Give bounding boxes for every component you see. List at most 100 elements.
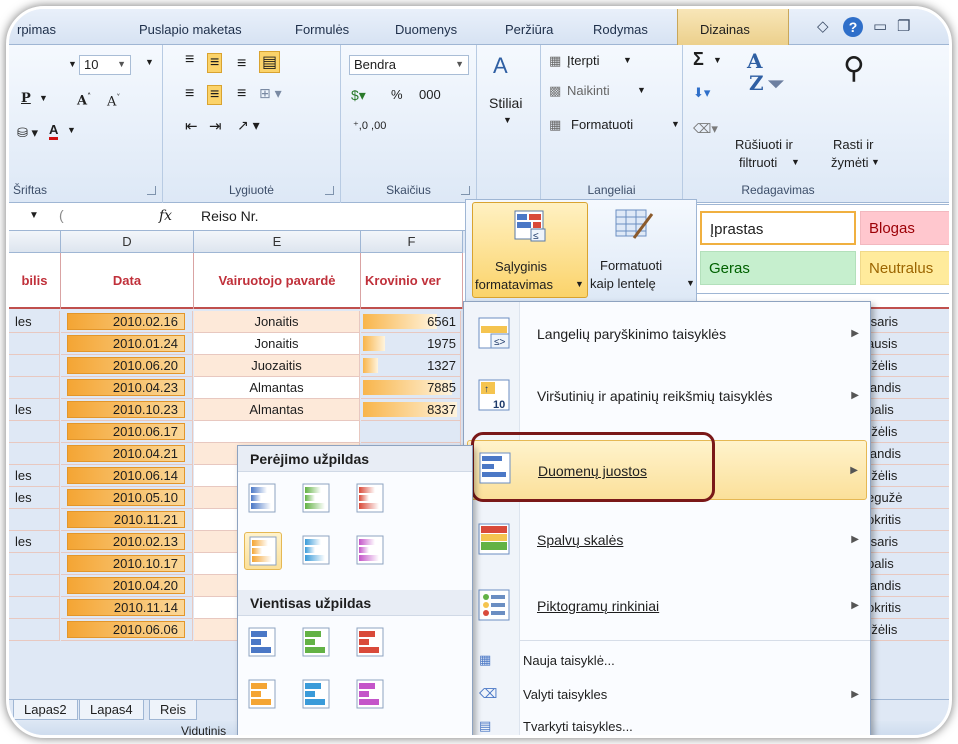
tab-insert[interactable]: rpimas (17, 22, 56, 37)
cell-date[interactable]: 2010.06.20 (61, 355, 193, 377)
column-header-e[interactable]: E (194, 231, 361, 253)
cell-date[interactable]: 2010.02.13 (61, 531, 193, 553)
cell-month[interactable]: landis (865, 575, 949, 597)
cell-vehicle[interactable] (9, 575, 60, 597)
percent-style-icon[interactable]: % (391, 87, 403, 102)
sheet-tab-reis[interactable]: Reis (149, 700, 198, 720)
orientation-icon[interactable]: ↗ ▾ (237, 117, 260, 134)
orange-data-bar-option[interactable] (244, 532, 282, 570)
column-header-d[interactable]: D (61, 231, 194, 253)
sort-filter-icon[interactable]: A (747, 49, 763, 73)
delete-cells-button[interactable]: Naikinti (567, 83, 610, 98)
decrease-indent-icon[interactable]: ⇤ (185, 117, 198, 135)
shrink-font-icon[interactable]: A˅ (107, 93, 120, 109)
name-box-dropdown-icon[interactable]: ▼ (29, 210, 39, 221)
align-top-icon[interactable]: ≡ (185, 51, 194, 69)
cell-month[interactable]: ržėlis (865, 465, 949, 487)
cell-driver[interactable]: Almantas (194, 399, 360, 421)
find-select-button[interactable]: Rasti ir (833, 137, 873, 152)
window-restore-icon[interactable]: ❐ (897, 17, 910, 35)
cell-date[interactable]: 2010.11.21 (61, 509, 193, 531)
cell-month[interactable]: palis (865, 399, 949, 421)
header-cargo-value[interactable]: Krovinio ver (361, 253, 463, 309)
insert-dropdown-icon[interactable]: ▼ (623, 55, 632, 65)
cell-month[interactable]: palis (865, 553, 949, 575)
cell-vehicle[interactable]: les (9, 465, 60, 487)
align-left-icon[interactable]: ≡ (185, 85, 194, 103)
autosum-icon[interactable]: Σ (693, 49, 704, 70)
style-neutral[interactable]: Neutralus (860, 251, 949, 285)
tab-page-layout[interactable]: Puslapio maketas (139, 22, 242, 37)
cell-driver[interactable] (194, 421, 360, 443)
cell-date[interactable]: 2010.04.21 (61, 443, 193, 465)
cell-month[interactable]: ısaris (865, 531, 949, 553)
help-icon[interactable]: ? (843, 17, 863, 37)
format-as-table-icon[interactable] (614, 208, 654, 244)
menu-item-clear-rules[interactable]: ⌫ Valyti taisykles ▶ (467, 680, 867, 710)
style-good[interactable]: Geras (700, 251, 856, 285)
cell-vehicle[interactable]: les (9, 399, 60, 421)
solid-purple-data-bar-option[interactable] (352, 676, 390, 714)
currency-format-icon[interactable]: $▾ (351, 87, 366, 104)
cell-vehicle[interactable] (9, 553, 60, 575)
cell-driver[interactable]: Juozaitis (194, 355, 360, 377)
cell-month[interactable]: okritis (865, 597, 949, 619)
cell-cargo-value[interactable]: 1327 (361, 355, 461, 377)
font-size-combo[interactable]: ▼ 10 ▼ (68, 55, 131, 75)
font-color-dropdown-icon[interactable]: ▼ (67, 125, 76, 135)
tab-data[interactable]: Duomenys (395, 22, 457, 37)
solid-blue-data-bar-option[interactable] (244, 624, 282, 662)
cell-vehicle[interactable] (9, 333, 60, 355)
sort-filter-dropdown-icon[interactable]: ▼ (791, 157, 800, 167)
cell-cargo-value[interactable]: 1975 (361, 333, 461, 355)
font-size-dropdown-icon[interactable]: ▼ (145, 57, 154, 67)
menu-item-top-bottom-rules[interactable]: ↑ 10 Viršutinių ir apatinių reikšmių tai… (467, 370, 867, 424)
cell-month[interactable]: landis (865, 377, 949, 399)
increase-indent-icon[interactable]: ⇥ (209, 117, 222, 135)
cell-date[interactable]: 2010.04.23 (61, 377, 193, 399)
font-dialog-launcher-icon[interactable] (147, 186, 156, 195)
cell-driver[interactable]: Jonaitis (194, 311, 360, 333)
tab-formulas[interactable]: Formulės (295, 22, 349, 37)
align-bottom-icon[interactable]: ≡ (237, 55, 246, 73)
cell-date[interactable]: 2010.06.06 (61, 619, 193, 641)
solid-green-data-bar-option[interactable] (298, 624, 336, 662)
cell-vehicle[interactable] (9, 509, 60, 531)
cell-month[interactable]: ısaris (865, 311, 949, 333)
cell-date[interactable]: 2010.01.24 (61, 333, 193, 355)
underline-icon[interactable]: P (21, 91, 31, 106)
delete-cells-icon[interactable]: ▩ (549, 83, 561, 99)
cell-cargo-value[interactable]: 7885 (361, 377, 461, 399)
merge-center-icon[interactable]: ⊞ ▾ (259, 85, 282, 102)
insert-cells-icon[interactable]: ▦ (549, 53, 561, 69)
menu-item-color-scales[interactable]: Spalvų skalės ▶ (467, 514, 867, 568)
tab-review[interactable]: Peržiūra (505, 22, 553, 37)
increase-decimal-icon[interactable]: ⁺,0 ,00 (353, 119, 386, 132)
header-date[interactable]: Data (61, 253, 194, 309)
insert-cells-button[interactable]: Įterpti (567, 53, 600, 68)
cell-vehicle[interactable] (9, 619, 60, 641)
menu-item-highlight-rules[interactable]: ≤> Langelių paryškinimo taisyklės ▶ (467, 308, 867, 362)
cell-cargo-value[interactable]: 8337 (361, 399, 461, 421)
insert-function-icon[interactable]: fx (159, 208, 172, 224)
format-cells-icon[interactable]: ▦ (549, 117, 561, 133)
cell-date[interactable]: 2010.10.23 (61, 399, 193, 421)
conditional-formatting-button[interactable]: ≤ Sąlyginis formatavimas ▼ (472, 202, 588, 298)
header-driver[interactable]: Vairuotojo pavardė (194, 253, 361, 309)
grow-font-icon[interactable]: A˄ (77, 91, 91, 108)
cell-driver[interactable]: Jonaitis (194, 333, 360, 355)
header-vehicle[interactable]: bilis (9, 253, 61, 309)
alignment-dialog-launcher-icon[interactable] (325, 186, 334, 195)
format-cells-button[interactable]: Formatuoti (571, 117, 633, 132)
find-dropdown-icon[interactable]: ▼ (871, 157, 880, 167)
styles-icon[interactable]: A (493, 53, 508, 79)
sheet-tab-lapas4[interactable]: Lapas4 (79, 700, 144, 720)
cell-month[interactable]: okritis (865, 509, 949, 531)
cell-vehicle[interactable]: les (9, 311, 60, 333)
cell-month[interactable]: ržėlis (865, 421, 949, 443)
cell-date[interactable]: 2010.06.17 (61, 421, 193, 443)
purple-data-bar-option[interactable] (352, 532, 390, 570)
sort-filter-button[interactable]: Rūšiuoti ir (735, 137, 793, 152)
lightblue-data-bar-option[interactable] (298, 532, 336, 570)
column-header-f[interactable]: F (361, 231, 463, 253)
